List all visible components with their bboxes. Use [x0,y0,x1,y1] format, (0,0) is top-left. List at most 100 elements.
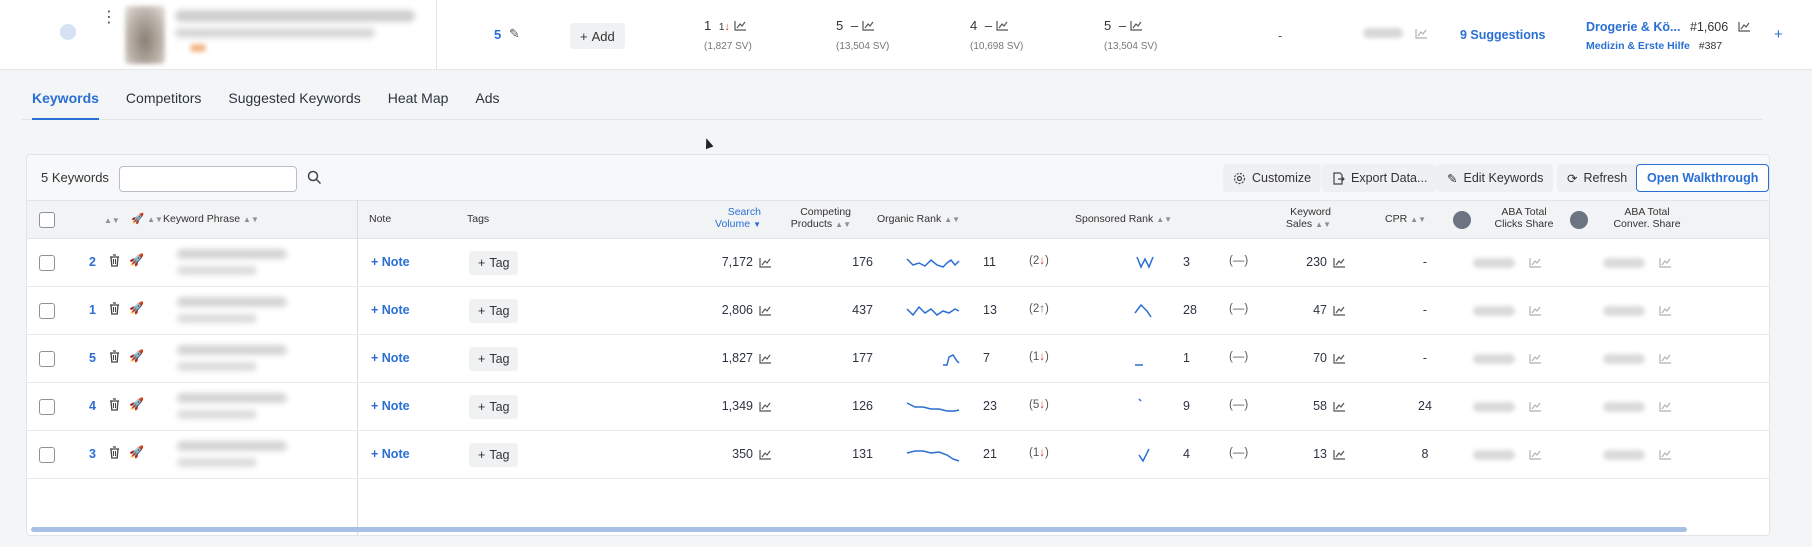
chart-icon[interactable] [1529,305,1542,316]
tag-label: Tag [489,448,510,462]
chart-icon[interactable] [1529,401,1542,412]
chart-icon[interactable] [759,401,772,412]
search-icon[interactable] [307,170,322,185]
sub-category: Medizin & Erste Hilfe #387 [1586,40,1722,52]
chart-icon[interactable] [1333,449,1346,460]
rocket-sort-icon[interactable]: 🚀 ▲▼ [131,213,163,226]
add-tag-button[interactable]: + Tag [469,251,519,275]
row-checkbox[interactable] [39,399,55,415]
header-search-volume[interactable]: Search Volume ▼ [699,206,761,231]
chart-icon[interactable] [1529,353,1542,364]
keyword-rank[interactable]: 3 [89,447,96,461]
tab-competitors[interactable]: Competitors [126,80,201,120]
rank-change: – [1118,18,1127,33]
tab-suggested-keywords[interactable]: Suggested Keywords [228,80,360,120]
rocket-icon[interactable]: 🚀 [129,253,144,267]
suggestions-link[interactable]: 9 Suggestions [1460,28,1545,42]
export-data-button[interactable]: Export Data... [1322,164,1438,192]
add-note-button[interactable]: + Note [371,255,410,269]
chart-icon[interactable] [1738,21,1751,32]
rocket-icon[interactable]: 🚀 [129,445,144,459]
trash-icon[interactable] [109,302,120,318]
add-tag-button[interactable]: + Tag [469,395,519,419]
add-note-button[interactable]: + Note [371,303,410,317]
header-keyword-sales[interactable]: Keyword Sales ▲▼ [1281,206,1331,231]
header-competing-products[interactable]: Competing Products ▲▼ [781,206,851,231]
open-walkthrough-button[interactable]: Open Walkthrough [1636,164,1769,192]
add-note-button[interactable]: + Note [371,351,410,365]
rocket-icon[interactable]: 🚀 [129,349,144,363]
tab-heat-map[interactable]: Heat Map [388,80,449,120]
horizontal-scrollbar[interactable] [31,527,1687,532]
organic-rank-value: 21 [983,447,997,461]
row-checkbox[interactable] [39,303,55,319]
search-volume-value: 350 [732,447,753,461]
trash-icon[interactable] [109,350,120,366]
keyword-rank[interactable]: 1 [89,303,96,317]
chart-icon[interactable] [1333,305,1346,316]
chart-icon[interactable] [1130,20,1143,31]
rocket-icon[interactable]: 🚀 [129,301,144,315]
lock-icon[interactable] [1570,211,1588,229]
add-note-button[interactable]: + Note [371,399,410,413]
keyword-rank[interactable]: 5 [89,351,96,365]
expand-plus-icon[interactable]: + [1774,26,1783,43]
chart-icon[interactable] [1333,353,1346,364]
trash-icon[interactable] [109,398,120,414]
chart-icon[interactable] [759,449,772,460]
add-tag-button[interactable]: + Tag [469,347,519,371]
tracked-keyword-count[interactable]: 5 [494,27,501,42]
keyword-rank[interactable]: 2 [89,255,96,269]
trash-icon[interactable] [109,446,120,462]
chart-icon[interactable] [759,305,772,316]
chart-icon[interactable] [759,257,772,268]
chart-icon[interactable] [1415,28,1428,39]
chart-icon[interactable] [1659,353,1672,364]
header-cpr[interactable]: CPR ▲▼ [1385,213,1426,226]
row-checkbox[interactable] [39,255,55,271]
header-keyword-phrase[interactable]: Keyword Phrase ▲▼ [163,213,259,226]
main-category-link[interactable]: Drogerie & Kö... [1586,20,1680,34]
chart-icon[interactable] [1659,257,1672,268]
rocket-icon[interactable]: 🚀 [129,397,144,411]
product-select-indicator[interactable] [60,24,76,40]
lock-icon[interactable] [1453,211,1471,229]
tab-keywords[interactable]: Keywords [32,80,99,120]
customize-button[interactable]: Customize [1223,164,1322,192]
rank-sort-icon[interactable]: ▲▼ [101,214,120,227]
add-tag-button[interactable]: + Tag [469,443,519,467]
chart-icon[interactable] [996,20,1009,31]
organic-rank-value: 7 [983,351,990,365]
chart-icon[interactable] [1333,401,1346,412]
add-note-button[interactable]: + Note [371,447,410,461]
chart-icon[interactable] [1659,449,1672,460]
tag-label: Tag [489,352,510,366]
chart-icon[interactable] [1659,401,1672,412]
chart-icon[interactable] [759,353,772,364]
add-tag-button[interactable]: + Tag [469,299,519,323]
chart-icon[interactable] [1333,257,1346,268]
keyword-search-input[interactable] [119,166,297,192]
header-organic-rank[interactable]: Organic Rank ▲▼ [877,213,960,226]
edit-keywords-button[interactable]: ✎ Edit Keywords [1437,164,1554,192]
tab-ads[interactable]: Ads [475,80,499,120]
row-checkbox[interactable] [39,351,55,367]
rank-search-volume: (13,504 SV) [836,41,890,52]
pencil-icon: ✎ [1447,171,1458,186]
more-options-icon[interactable]: ⋮ [101,10,117,26]
chart-icon[interactable] [862,20,875,31]
note-label: Note [381,255,410,269]
sub-category-link[interactable]: Medizin & Erste Hilfe [1586,40,1690,52]
row-checkbox[interactable] [39,447,55,463]
header-sponsored-rank[interactable]: Sponsored Rank ▲▼ [1075,213,1172,226]
add-button[interactable]: + Add [570,23,625,49]
trash-icon[interactable] [109,254,120,270]
chart-icon[interactable] [733,20,747,31]
refresh-button[interactable]: ⟳ Refresh [1557,164,1638,192]
select-all-checkbox[interactable] [39,212,55,228]
chart-icon[interactable] [1529,257,1542,268]
keyword-rank[interactable]: 4 [89,399,96,413]
chart-icon[interactable] [1529,449,1542,460]
edit-pencil-icon[interactable]: ✎ [509,26,520,42]
chart-icon[interactable] [1659,305,1672,316]
